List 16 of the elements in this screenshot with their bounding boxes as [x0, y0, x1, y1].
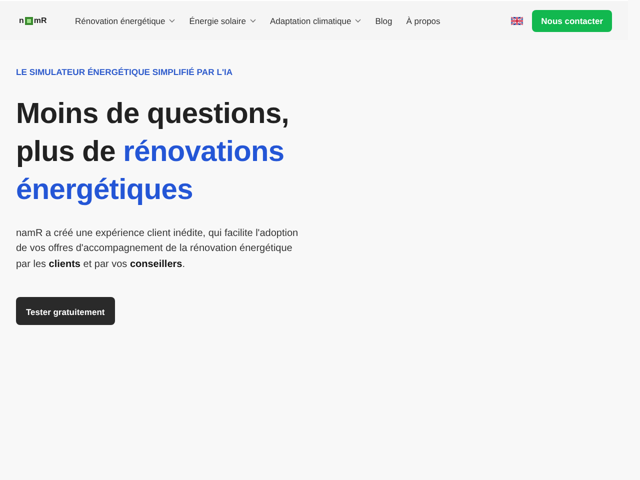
try-free-button[interactable]: Tester gratuitement [16, 297, 115, 325]
eyebrow-text: LE SIMULATEUR ÉNERGÉTIQUE SIMPLIFIÉ PAR L'IA [16, 66, 234, 79]
nav-link[interactable]: Adaptation climatique [270, 16, 362, 26]
chevron-down-icon [250, 18, 256, 22]
nav-link[interactable]: Rénovation énergétique [75, 16, 176, 26]
nav-link[interactable]: Énergie solaire [189, 16, 256, 26]
logo-icon [24, 16, 33, 24]
nav-link[interactable]: Blog [375, 16, 392, 26]
hero-description: namR a créé une expérience client inédite, qui facilite l'adoption de vos offres d'accompagnement de la rénovation énergétique par les clients et par vos conseillers. [16, 226, 300, 272]
uk-flag-icon[interactable] [511, 16, 524, 24]
hero-heading: Moins de questions, plus de rénovations énergétiques [16, 96, 290, 208]
nav-link[interactable]: À propos [406, 16, 440, 26]
chevron-down-icon [355, 18, 362, 22]
logo-text: n [19, 16, 24, 25]
logo-text: mR [34, 16, 47, 25]
chevron-down-icon [169, 18, 176, 22]
